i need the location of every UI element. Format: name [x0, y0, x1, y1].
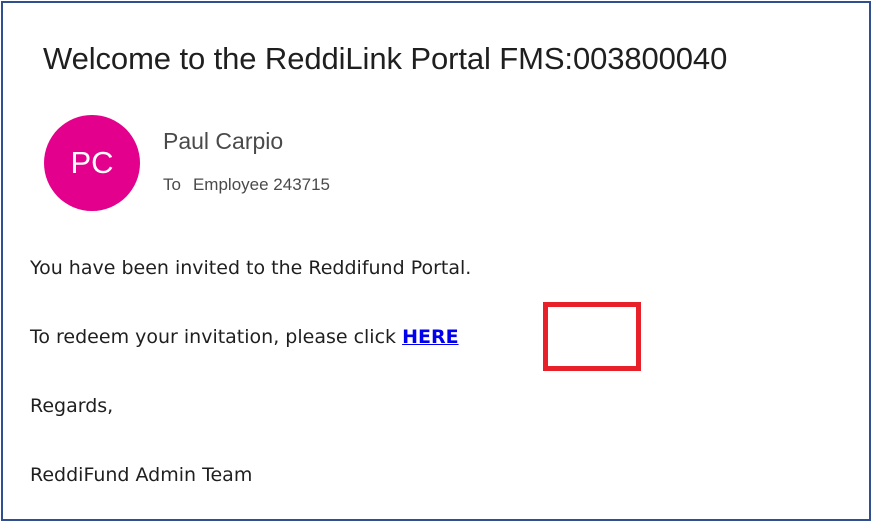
sender-name[interactable]: Paul Carpio	[163, 128, 283, 155]
email-subject: Welcome to the ReddiLink Portal FMS:0038…	[43, 41, 728, 76]
body-redeem-line: To redeem your invitation, please click …	[30, 326, 459, 348]
avatar-initials: PC	[70, 145, 114, 180]
recipient-line: To Employee 243715	[163, 175, 330, 195]
recipient-name[interactable]: Employee 243715	[193, 175, 330, 194]
email-reading-pane: Welcome to the ReddiLink Portal FMS:0038…	[1, 1, 871, 521]
to-label: To	[163, 175, 181, 194]
sender-avatar[interactable]: PC	[44, 115, 140, 211]
redeem-text: To redeem your invitation, please click	[30, 326, 403, 348]
body-invitation-text: You have been invited to the Reddifund P…	[30, 257, 472, 279]
redeem-here-link[interactable]: HERE	[402, 326, 459, 348]
body-signature: ReddiFund Admin Team	[30, 464, 253, 486]
body-regards: Regards,	[30, 395, 114, 417]
